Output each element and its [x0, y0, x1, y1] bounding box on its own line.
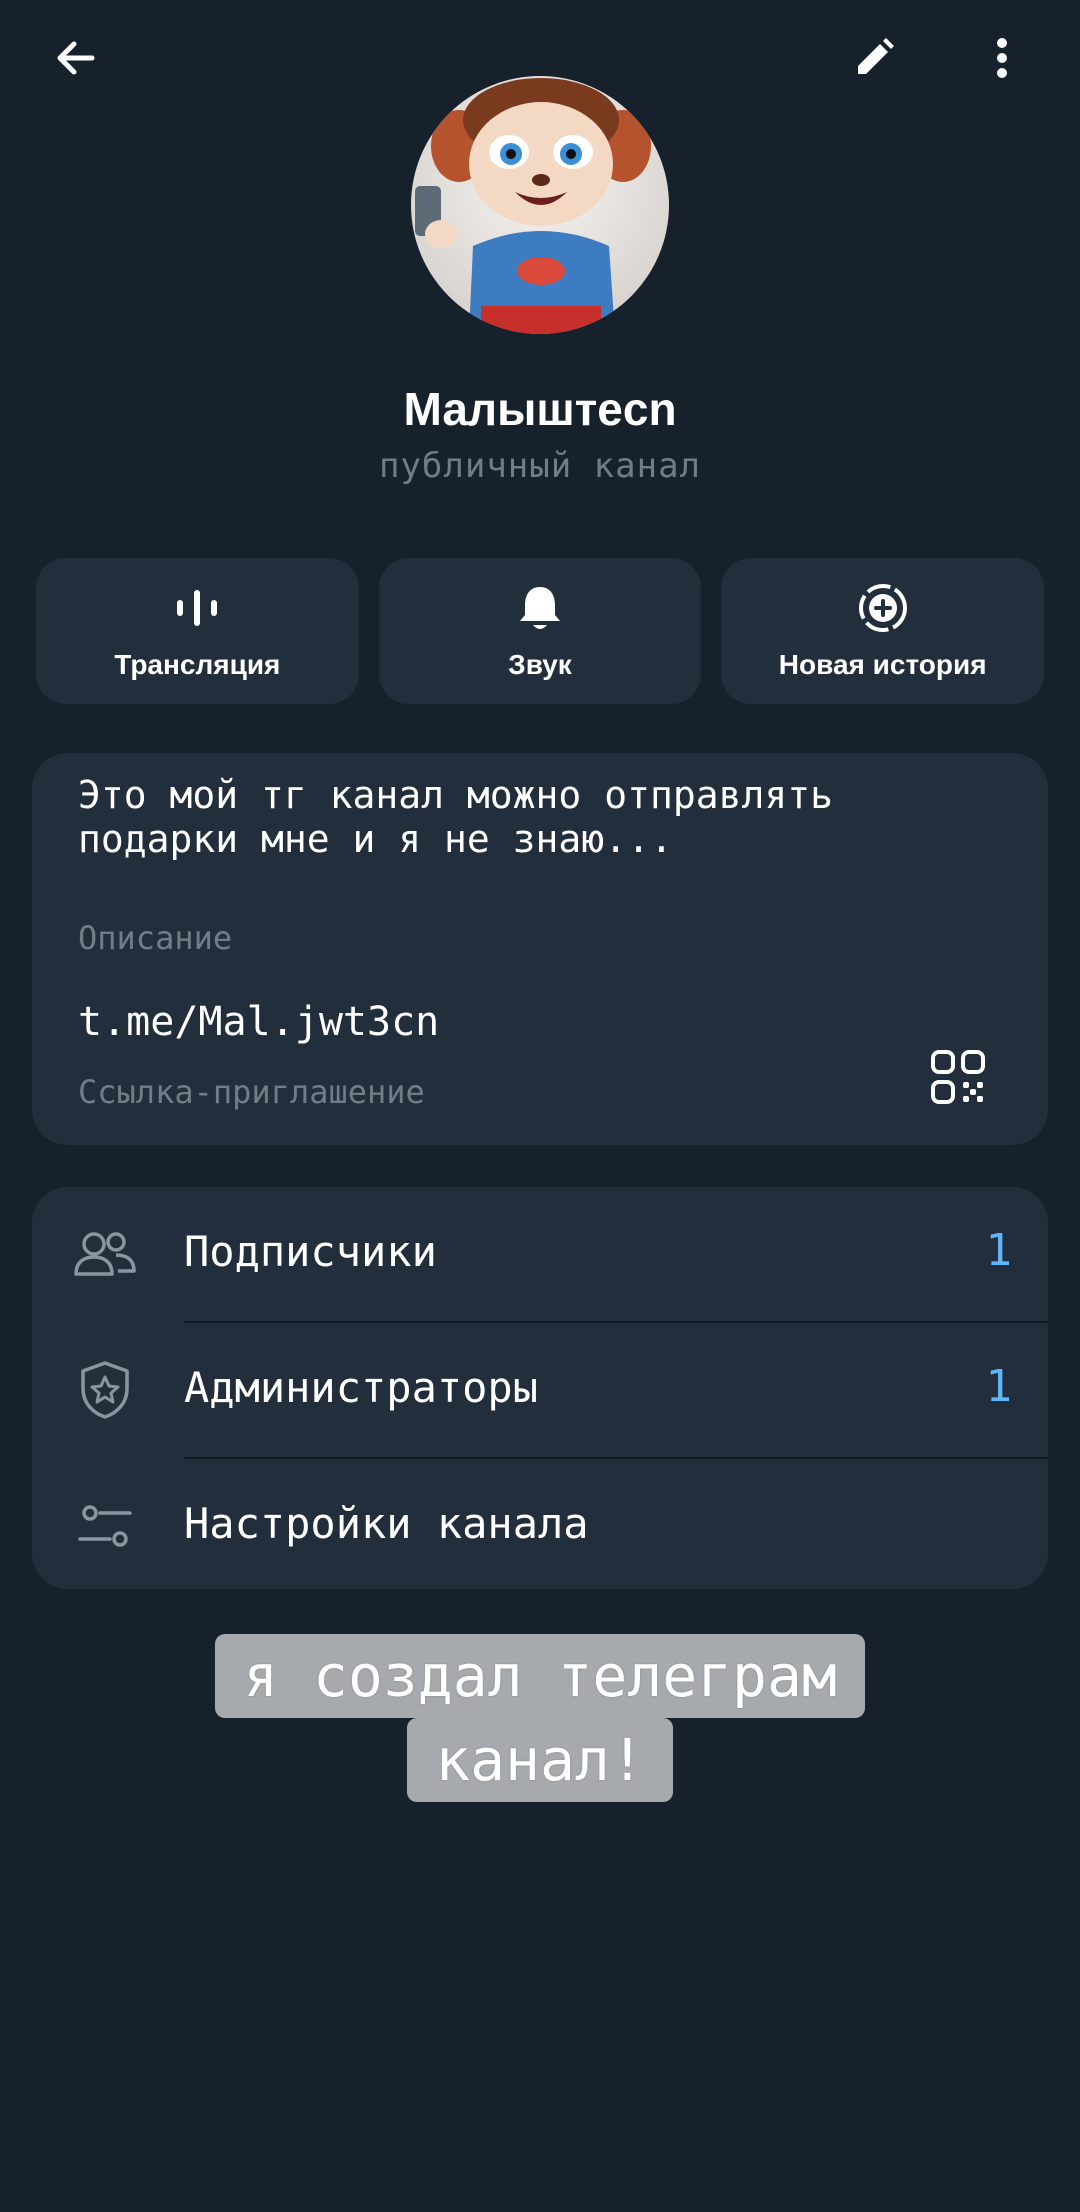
caption-line: канал! [407, 1718, 673, 1802]
qr-code-button[interactable] [918, 1037, 998, 1117]
edit-button[interactable] [838, 22, 910, 94]
live-stream-button[interactable]: Трансляция [36, 558, 359, 704]
invite-link[interactable]: t.me/Mal.jwt3cn [78, 999, 439, 1045]
channel-avatar[interactable] [411, 76, 669, 334]
more-vertical-icon [997, 38, 1007, 78]
arrow-left-icon [57, 41, 95, 75]
qr-code-icon [931, 1050, 985, 1104]
pencil-icon [858, 38, 894, 74]
description-label: Описание [78, 919, 233, 957]
channel-profile-screen: Малыштеcn публичный канал Трансляция Зву… [0, 0, 1080, 2212]
action-buttons: Трансляция Звук Новая история [36, 558, 1045, 704]
bell-icon [520, 587, 560, 629]
list-item-channel-settings[interactable]: Настройки канала [32, 1459, 1048, 1589]
shield-star-icon [81, 1361, 129, 1419]
subscribers-label: Подписчики [184, 1227, 437, 1276]
sound-label: Звук [508, 649, 572, 680]
channel-type: публичный канал [378, 446, 702, 486]
new-story-icon [858, 584, 907, 632]
channel-description: Это мой тг канал можно отправлять подарк… [78, 773, 833, 861]
video-caption: я создал телеграм канал! [0, 1634, 1080, 1802]
invite-link-label: Ссылка-приглашение [78, 1073, 425, 1111]
list-item-administrators[interactable]: Администраторы 1 [32, 1323, 1048, 1457]
sliders-icon [78, 1505, 132, 1547]
administrators-label: Администраторы [184, 1363, 539, 1412]
new-story-label: Новая история [778, 649, 987, 680]
channel-name: Малыштеcn [403, 383, 677, 435]
people-icon [74, 1232, 136, 1276]
caption-line: я создал телеграм [215, 1634, 865, 1718]
channel-settings-list: Подписчики 1 Администраторы 1 Настройки … [32, 1187, 1048, 1589]
avatar-image [411, 76, 669, 334]
list-item-subscribers[interactable]: Подписчики 1 [32, 1187, 1048, 1321]
subscribers-count: 1 [985, 1225, 1013, 1276]
live-stream-label: Трансляция [114, 649, 281, 680]
new-story-button[interactable]: Новая история [721, 558, 1045, 704]
more-options-button[interactable] [966, 22, 1038, 94]
channel-settings-label: Настройки канала [184, 1499, 589, 1548]
back-button[interactable] [40, 22, 112, 94]
info-card: Это мой тг канал можно отправлять подарк… [32, 753, 1048, 1145]
live-stream-icon [177, 590, 218, 626]
administrators-count: 1 [985, 1361, 1013, 1412]
sound-button[interactable]: Звук [378, 558, 702, 704]
